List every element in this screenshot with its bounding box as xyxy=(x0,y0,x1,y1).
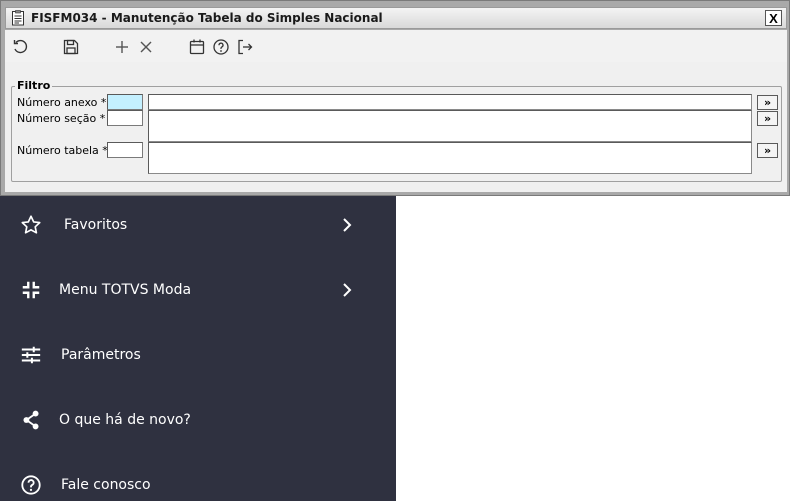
help-icon[interactable] xyxy=(212,38,230,56)
window-title: FISFM034 - Manutenção Tabela do Simples … xyxy=(31,11,383,25)
section-lookup-button[interactable]: » xyxy=(757,111,778,126)
menu-item-label: Menu TOTVS Moda xyxy=(59,282,192,298)
form-area: Filtro Número anexo * Número seção * Núm… xyxy=(5,62,787,192)
chevron-right-icon xyxy=(340,282,354,298)
side-menu: Favoritos Menu TOTVS Moda Parâmetros O q… xyxy=(0,196,396,501)
annex-number-input[interactable] xyxy=(107,94,143,110)
menu-item-label: Favoritos xyxy=(64,217,128,233)
share-icon xyxy=(20,409,42,431)
menu-item-parametros[interactable]: Parâmetros xyxy=(0,330,396,380)
save-icon[interactable] xyxy=(62,38,80,56)
table-description-field xyxy=(148,142,752,174)
document-icon xyxy=(11,10,25,26)
menu-item-label: Parâmetros xyxy=(61,347,141,363)
menu-item-fale-conosco[interactable]: Fale conosco xyxy=(0,460,396,501)
sliders-icon xyxy=(20,344,42,366)
filter-legend: Filtro xyxy=(15,79,53,92)
menu-item-label: Fale conosco xyxy=(61,477,151,493)
table-lookup-button[interactable]: » xyxy=(757,143,778,158)
table-number-label: Número tabela * xyxy=(17,144,108,157)
menu-item-menu-totvs-moda[interactable]: Menu TOTVS Moda xyxy=(0,265,396,315)
chevron-right-icon xyxy=(340,217,354,233)
close-button[interactable]: X xyxy=(765,10,782,26)
title-bar: FISFM034 - Manutenção Tabela do Simples … xyxy=(5,7,787,29)
section-number-input[interactable] xyxy=(107,110,143,126)
menu-item-favoritos[interactable]: Favoritos xyxy=(0,200,396,250)
exit-icon[interactable] xyxy=(236,38,254,56)
calendar-icon[interactable] xyxy=(188,38,206,56)
section-description-field xyxy=(148,110,752,142)
add-icon[interactable] xyxy=(113,38,131,56)
section-number-label: Número seção * xyxy=(17,112,106,125)
dialog-window: FISFM034 - Manutenção Tabela do Simples … xyxy=(0,0,790,196)
collapse-icon xyxy=(20,279,42,301)
annex-lookup-button[interactable]: » xyxy=(757,95,778,110)
menu-item-o-que-ha-de-novo[interactable]: O que há de novo? xyxy=(0,395,396,445)
annex-description-field xyxy=(148,94,752,110)
star-icon xyxy=(20,214,42,236)
table-number-input[interactable] xyxy=(107,142,143,158)
help-circle-icon xyxy=(20,474,42,496)
delete-icon[interactable] xyxy=(137,38,155,56)
undo-icon[interactable] xyxy=(12,38,30,56)
toolbar xyxy=(5,30,787,62)
menu-item-label: O que há de novo? xyxy=(59,412,191,428)
annex-number-label: Número anexo * xyxy=(17,96,107,109)
